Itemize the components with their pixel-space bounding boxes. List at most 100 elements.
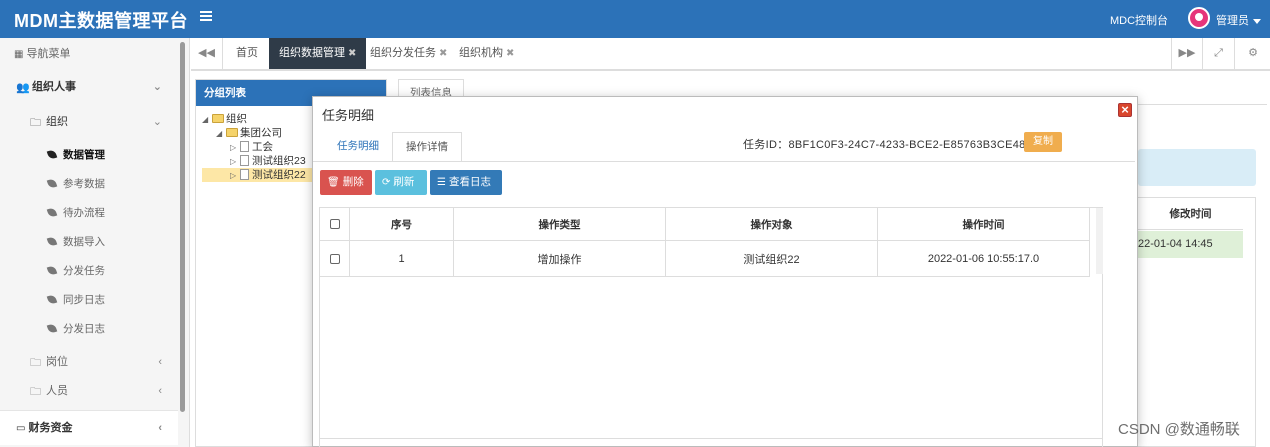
view-log-button[interactable]: ☰ 查看日志 <box>430 170 502 195</box>
user-name: 管理员 <box>1216 15 1249 27</box>
expand-icon[interactable]: ◢ <box>216 127 226 141</box>
table-cell-op-type: 增加操作 <box>454 241 666 276</box>
folder-icon <box>226 128 238 137</box>
user-menu[interactable]: 管理员 <box>1216 12 1261 28</box>
leaf-icon <box>46 235 58 248</box>
sidebar-item-label: 参考数据 <box>63 178 105 190</box>
tab-bar: ◀◀ 首页 组织数据管理 ✖ 组织分发任务 ✖ 组织机构 ✖ ▶▶ ⤢ ⚙ <box>191 38 1270 71</box>
collapse-icon[interactable]: ▷ <box>230 169 240 183</box>
close-icon[interactable]: × <box>1118 103 1132 117</box>
sidebar-item-dispatch-log[interactable]: 分发日志 <box>0 315 178 343</box>
table-row[interactable]: 1 增加操作 测试组织22 2022-01-06 10:55:17.0 <box>320 241 1090 277</box>
sidebar-item-label: 组织 <box>46 116 68 128</box>
tab-scroll-right-icon[interactable]: ▶▶ <box>1171 38 1203 69</box>
tree-node-test-org-22[interactable]: ▷ 测试组织22 <box>202 168 312 182</box>
divider <box>313 161 1135 162</box>
refresh-button[interactable]: ⟳ 刷新 <box>375 170 427 195</box>
leaf-icon <box>46 177 58 190</box>
sidebar-group-label: 组织人事 <box>32 81 76 93</box>
column-header-seq[interactable]: 序号 <box>350 208 454 240</box>
tree-node-label: 测试组织22 <box>252 169 306 181</box>
tree-node-union[interactable]: ▷ 工会 <box>230 140 273 154</box>
fullscreen-icon[interactable]: ⤢ <box>1203 38 1235 69</box>
caret-down-icon <box>1253 18 1261 24</box>
modal-title: 任务明细 <box>322 108 375 123</box>
sidebar-item-person[interactable]: 🗀 人员 ‹ <box>0 377 178 405</box>
sidebar-item-todo-flow[interactable]: 待办流程 <box>0 199 178 227</box>
tree-node-label: 测试组织23 <box>252 155 306 167</box>
tab-scroll-left-icon[interactable]: ◀◀ <box>191 38 223 69</box>
sidebar-item-label: 分发任务 <box>63 265 105 277</box>
leaf-icon <box>46 322 58 335</box>
tab-task-detail[interactable]: 任务明细 <box>324 132 392 161</box>
refresh-icon: ⟳ <box>382 177 391 188</box>
sidebar-item-data-management[interactable]: 数据管理 <box>0 141 178 169</box>
operation-table: 序号 操作类型 操作对象 操作时间 1 增加操作 测试组织22 2022-01-… <box>319 207 1103 447</box>
column-header-modified-time[interactable]: 修改时间 <box>1138 198 1243 230</box>
table-footer-divider <box>320 438 1102 439</box>
task-id-display: 任务ID：8BF1C0F3-24C7-4233-BCE2-E85763B3CE4… <box>743 136 1026 152</box>
leaf-icon <box>46 264 58 277</box>
sidebar-group-org-hr[interactable]: 👥 组织人事 ⌄ <box>0 73 178 101</box>
table-cell-modified-time[interactable]: 22-01-04 14:45 <box>1138 231 1243 258</box>
sidebar-nav-title: ▦ 导航菜单 <box>0 38 178 70</box>
collapse-icon[interactable]: ▷ <box>230 155 240 169</box>
menu-toggle-icon[interactable] <box>200 11 212 23</box>
tab-label: 组织数据管理 <box>279 47 345 59</box>
users-icon: 👥 <box>16 82 30 94</box>
chevron-down-icon: ⌄ <box>152 116 162 128</box>
close-icon[interactable]: ✖ <box>348 48 356 59</box>
sidebar-item-data-import[interactable]: 数据导入 <box>0 228 178 256</box>
view-log-button-label: 查看日志 <box>448 176 491 188</box>
tab-operation-detail[interactable]: 操作详情 <box>392 132 462 162</box>
sidebar-item-label: 数据管理 <box>63 149 105 161</box>
copy-button[interactable]: 复制 <box>1024 132 1062 152</box>
sidebar-group-finance[interactable]: ▭ 财务资金 ‹ <box>0 410 178 445</box>
sidebar-item-sync-log[interactable]: 同步日志 <box>0 286 178 314</box>
tab-org-structure[interactable]: 组织机构 ✖ <box>449 38 524 69</box>
chevron-left-icon: ‹ <box>158 422 162 434</box>
sidebar-item-label: 数据导入 <box>63 236 105 248</box>
row-checkbox[interactable] <box>320 241 350 276</box>
sidebar-item-org[interactable]: 🗀 组织 ⌄ <box>0 108 178 136</box>
tree-node-org[interactable]: ◢ 组织 <box>202 112 247 126</box>
table-scrollbar[interactable] <box>1096 208 1103 274</box>
gear-icon[interactable]: ⚙ <box>1237 38 1269 69</box>
card-icon: ▭ <box>16 423 26 434</box>
folder-icon: 🗀 <box>30 386 41 398</box>
sidebar-item-label: 待办流程 <box>63 207 105 219</box>
collapse-icon[interactable]: ▷ <box>230 141 240 155</box>
leaf-icon <box>46 148 58 161</box>
document-icon <box>240 155 249 166</box>
select-all-checkbox[interactable] <box>320 208 350 240</box>
mdc-console-link[interactable]: MDC控制台 <box>1110 12 1168 28</box>
tab-home[interactable]: 首页 <box>226 38 268 69</box>
sidebar-item-post[interactable]: 🗀 岗位 ‹ <box>0 348 178 376</box>
delete-button[interactable]: 🗑 删除 <box>320 170 372 195</box>
tree-node-test-org-23[interactable]: ▷ 测试组织23 <box>230 154 306 168</box>
column-header-op-target[interactable]: 操作对象 <box>666 208 878 240</box>
sidebar-scrollbar[interactable] <box>180 42 185 412</box>
column-header-op-time[interactable]: 操作时间 <box>878 208 1090 240</box>
watermark: CSDN @数通畅联 <box>1118 421 1240 438</box>
tree-node-label: 组织 <box>226 113 247 125</box>
chevron-left-icon: ‹ <box>158 385 162 397</box>
sidebar-group-label: 财务资金 <box>28 422 73 434</box>
close-icon[interactable]: ✖ <box>439 48 447 59</box>
tab-org-dispatch-task[interactable]: 组织分发任务 ✖ <box>360 38 457 69</box>
close-icon[interactable]: ✖ <box>506 48 514 59</box>
sidebar: ▦ 导航菜单 👥 组织人事 ⌄ 🗀 组织 ⌄ 数据管理 参考数据 待办流程 数据导入… <box>0 38 190 447</box>
avatar[interactable] <box>1188 7 1210 29</box>
folder-icon: 🗀 <box>30 357 41 369</box>
app-brand: MDM主数据管理平台 <box>14 11 188 31</box>
sidebar-item-label: 同步日志 <box>63 294 105 306</box>
leaf-icon <box>46 293 58 306</box>
document-icon <box>240 141 249 152</box>
sidebar-item-reference-data[interactable]: 参考数据 <box>0 170 178 198</box>
tree-node-group-company[interactable]: ◢ 集团公司 <box>216 126 282 140</box>
tab-org-data-management[interactable]: 组织数据管理 ✖ <box>269 38 367 69</box>
expand-icon[interactable]: ◢ <box>202 113 212 127</box>
sidebar-item-dispatch-task[interactable]: 分发任务 <box>0 257 178 285</box>
column-header-op-type[interactable]: 操作类型 <box>454 208 666 240</box>
task-id-value: 8BF1C0F3-24C7-4233-BCE2-E85763B3CE48 <box>788 139 1026 151</box>
